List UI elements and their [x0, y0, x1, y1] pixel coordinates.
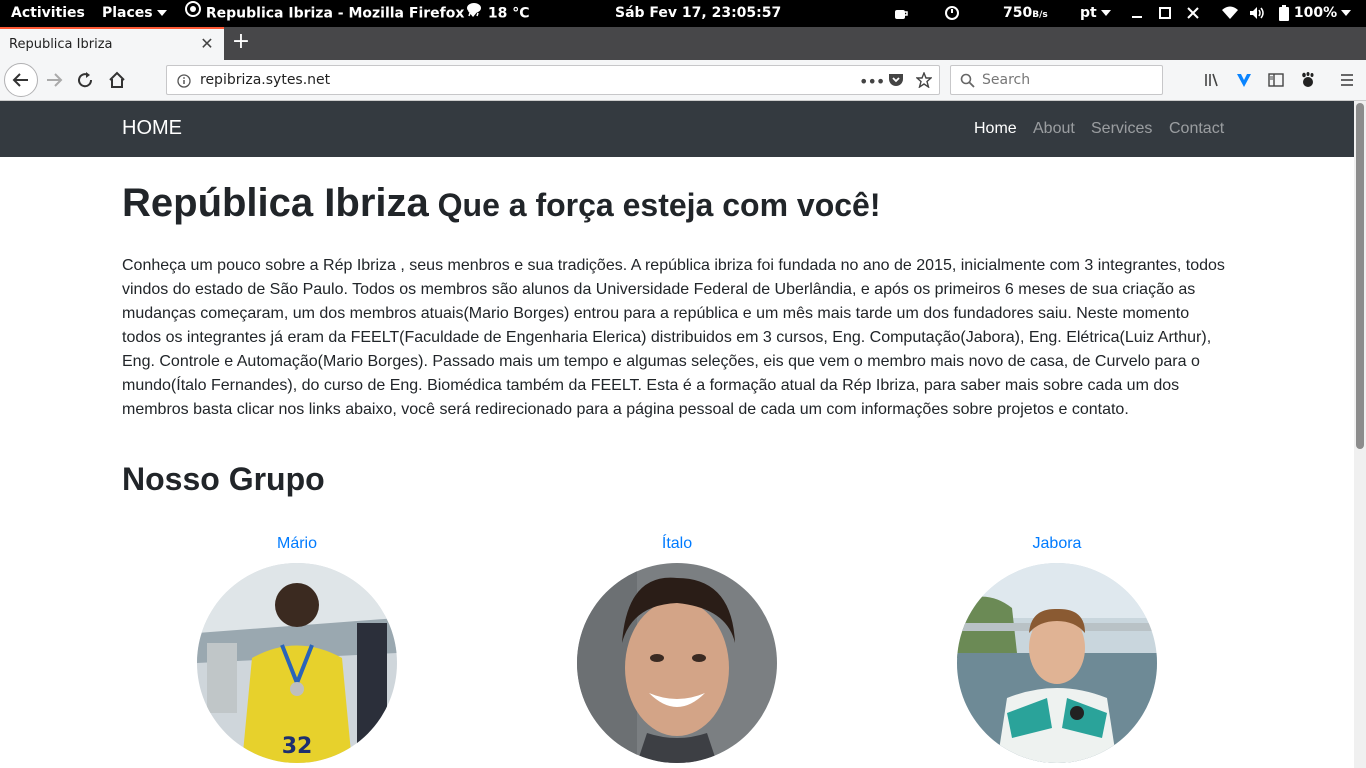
site-brand-link[interactable]: HOME [122, 117, 182, 140]
url-text[interactable]: repibriza.sytes.net [200, 72, 330, 88]
activities-button[interactable]: Activities [11, 0, 85, 27]
member-link-mario[interactable]: Mário [117, 533, 477, 555]
tab-strip: Republica Ibriza ✕ + [0, 27, 1366, 60]
chevron-down-icon [1341, 10, 1352, 16]
forward-button[interactable] [38, 64, 70, 96]
close-tab-icon[interactable]: ✕ [199, 36, 215, 52]
firefox-icon [185, 0, 201, 27]
arrow-left-icon [12, 73, 28, 87]
browser-toolbar: repibriza.sytes.net ••• Search [0, 60, 1366, 101]
language-menu[interactable]: pt [1080, 0, 1111, 27]
clock[interactable]: Sáb Fev 17, 23:05:57 [615, 0, 781, 27]
new-tab-button[interactable]: + [230, 31, 252, 53]
menu-icon[interactable] [1331, 64, 1363, 96]
weather-temperature: 18 °C [487, 5, 530, 22]
app-menu[interactable]: Republica Ibriza - Mozilla Firefox [185, 0, 479, 27]
reload-button[interactable] [69, 64, 101, 96]
network-speed: 750B/s [1003, 0, 1048, 27]
avatar-italo[interactable] [577, 563, 777, 763]
chevron-down-icon [1100, 10, 1111, 16]
places-label: Places [102, 5, 153, 21]
weather-cloud-icon [465, 0, 483, 27]
language-label: pt [1080, 5, 1097, 21]
home-icon [109, 71, 125, 88]
network-speed-unit: B/s [1032, 10, 1048, 20]
address-bar[interactable]: repibriza.sytes.net ••• [166, 65, 940, 95]
close-window-icon[interactable] [1186, 0, 1200, 27]
member-card-mario: Mário 32 [117, 533, 477, 763]
search-icon [960, 73, 975, 92]
arrow-right-icon [47, 73, 63, 87]
system-top-bar: Activities Places Republica Ibriza - Moz… [0, 0, 1366, 27]
search-bar[interactable]: Search [950, 65, 1163, 95]
member-link-italo[interactable]: Ítalo [497, 533, 857, 555]
svg-text:32: 32 [282, 734, 313, 759]
battery-indicator[interactable]: 100% [1279, 0, 1352, 27]
battery-icon [1279, 5, 1289, 21]
maximize-icon[interactable] [1158, 0, 1172, 27]
battery-percent: 100% [1293, 5, 1338, 21]
timer-icon[interactable] [944, 0, 960, 27]
tab-republica-ibriza[interactable]: Republica Ibriza ✕ [0, 27, 224, 60]
volume-icon[interactable] [1249, 0, 1265, 27]
weather-indicator[interactable]: 18 °C [465, 0, 530, 27]
page-title-main: República Ibriza [122, 181, 429, 225]
search-input[interactable]: Search [982, 72, 1030, 88]
page-actions-icon[interactable]: ••• [859, 72, 885, 91]
nav-link-home[interactable]: Home [974, 120, 1017, 138]
library-icon[interactable] [1196, 64, 1228, 96]
member-card-jabora: Jabora [877, 533, 1237, 763]
network-speed-value: 750 [1003, 5, 1033, 21]
pocket-icon[interactable] [888, 73, 904, 92]
tab-title: Republica Ibriza [9, 37, 113, 52]
group-section-title: Nosso Grupo [122, 461, 325, 497]
extension-shield-icon[interactable] [1228, 64, 1260, 96]
nav-link-about[interactable]: About [1033, 120, 1075, 138]
member-card-italo: Ítalo [497, 533, 857, 763]
avatar-jabora[interactable] [957, 563, 1157, 763]
avatar-mario[interactable]: 32 [197, 563, 397, 763]
sidebar-icon[interactable] [1260, 64, 1292, 96]
web-page: HOME Home About Services Contact Repúbli… [0, 101, 1354, 768]
app-menu-label: Republica Ibriza - Mozilla Firefox [205, 5, 465, 22]
back-button[interactable] [4, 63, 38, 97]
gnome-extension-icon[interactable] [1292, 64, 1324, 96]
nav-link-contact[interactable]: Contact [1169, 120, 1224, 138]
wifi-icon[interactable] [1221, 0, 1239, 27]
page-title: República Ibriza Que a força esteja com … [122, 181, 881, 226]
home-button[interactable] [101, 64, 133, 96]
bookmark-star-icon[interactable] [915, 71, 933, 92]
coffee-icon[interactable] [893, 0, 909, 27]
nav-link-services[interactable]: Services [1091, 120, 1152, 138]
member-link-jabora[interactable]: Jabora [877, 533, 1237, 555]
info-icon[interactable] [177, 73, 191, 92]
chevron-down-icon [156, 10, 167, 16]
minimize-icon[interactable] [1130, 0, 1144, 27]
page-subtitle: Que a força esteja com você! [437, 187, 881, 223]
intro-paragraph: Conheça um pouco sobre a Rép Ibriza , se… [122, 257, 1225, 418]
site-navbar: HOME Home About Services Contact [0, 101, 1354, 157]
places-menu[interactable]: Places [102, 0, 167, 27]
reload-icon [78, 72, 93, 88]
page-scrollbar[interactable] [1354, 101, 1366, 768]
scrollbar-thumb[interactable] [1356, 103, 1364, 449]
